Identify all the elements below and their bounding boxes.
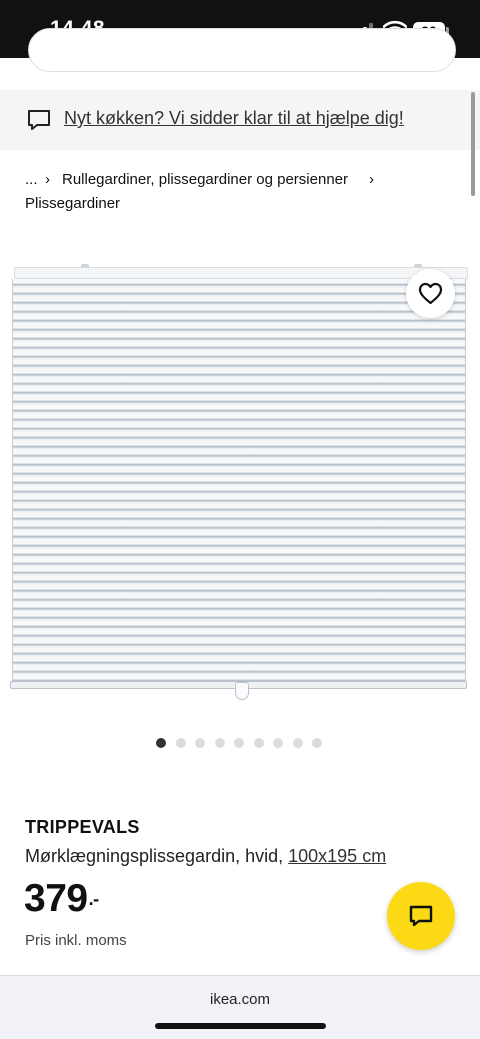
scrollbar[interactable] xyxy=(471,92,475,196)
chat-bubble-icon xyxy=(28,110,50,130)
product-image[interactable] xyxy=(0,240,480,720)
header-area xyxy=(0,28,480,90)
url-text: ikea.com xyxy=(209,991,271,1008)
chat-button[interactable] xyxy=(387,882,455,950)
favorite-button[interactable] xyxy=(406,269,455,318)
carousel-dot[interactable] xyxy=(273,738,283,748)
breadcrumb-ellipsis[interactable]: ... xyxy=(25,166,38,193)
home-indicator[interactable] xyxy=(155,1023,326,1029)
breadcrumb-item-category[interactable]: Rullegardiner, plissegardiner og persien… xyxy=(62,166,348,193)
blind-handle xyxy=(235,682,249,700)
price-suffix: .- xyxy=(88,889,100,909)
carousel-dot[interactable] xyxy=(253,738,264,748)
product-price: 379.- xyxy=(24,877,99,921)
price-value: 379 xyxy=(24,877,88,920)
help-banner: Nyt køkken? Vi sidder klar til at hjælpe… xyxy=(0,90,480,150)
product-name: TRIPPEVALS xyxy=(25,817,140,837)
carousel-dot[interactable] xyxy=(312,738,322,748)
carousel-dot[interactable] xyxy=(156,738,166,748)
blind-pleats xyxy=(12,279,466,681)
breadcrumb-item-subcategory[interactable]: Plissegardiner xyxy=(25,190,120,217)
breadcrumb-separator-icon: › xyxy=(45,171,50,188)
carousel-dot[interactable] xyxy=(195,738,205,748)
product-size-link[interactable]: 100x195 cm xyxy=(288,846,386,866)
chat-icon xyxy=(409,905,433,927)
heart-icon xyxy=(418,282,443,305)
browser-url-bar[interactable]: ikea.com xyxy=(0,975,480,1039)
breadcrumb-separator-icon: › xyxy=(369,171,374,188)
help-link[interactable]: Nyt køkken? Vi sidder klar til at hjælpe… xyxy=(64,108,404,129)
product-description: Mørklægningsplissegardin, hvid, 100x195 … xyxy=(25,846,386,867)
carousel-dot[interactable] xyxy=(175,738,186,748)
carousel-dot[interactable] xyxy=(292,738,303,748)
carousel-dot[interactable] xyxy=(214,738,225,748)
product-description-text: Mørklægningsplissegardin, hvid, xyxy=(25,846,284,866)
blind-headrail xyxy=(14,267,468,279)
search-bar[interactable] xyxy=(28,28,456,72)
vat-note: Pris inkl. moms xyxy=(25,932,127,949)
carousel-dot[interactable] xyxy=(234,738,244,748)
